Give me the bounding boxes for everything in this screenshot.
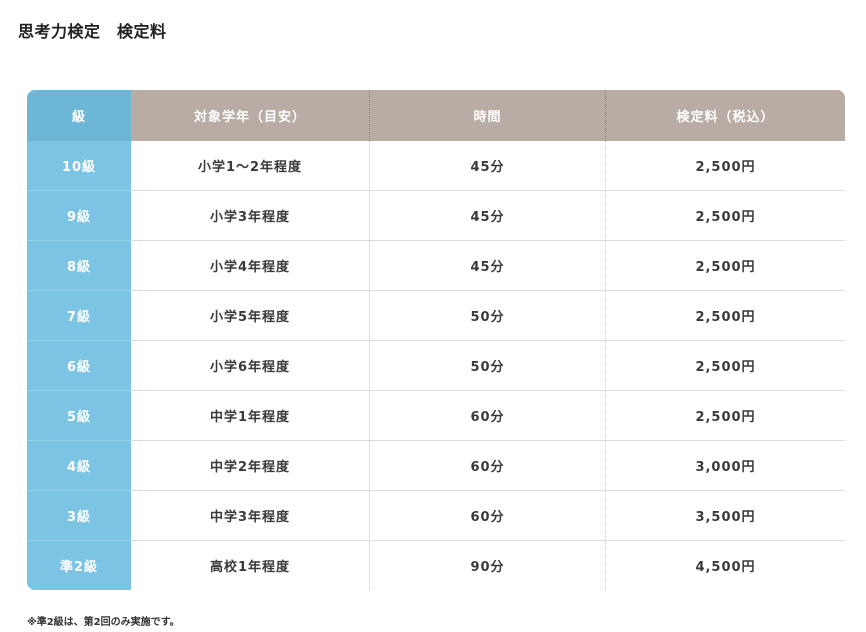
grade-cell: 10級 — [27, 141, 131, 191]
target-grade-cell: 小学3年程度 — [131, 191, 370, 241]
table-row: 5級 中学1年程度 60分 2,500円 — [27, 391, 845, 441]
target-grade-cell: 小学6年程度 — [131, 341, 370, 391]
target-grade-cell: 小学1〜2年程度 — [131, 141, 370, 191]
fee-cell: 2,500円 — [606, 341, 845, 391]
target-grade-cell: 中学2年程度 — [131, 441, 370, 491]
table-row: 7級 小学5年程度 50分 2,500円 — [27, 291, 845, 341]
grade-column-header: 級 — [27, 90, 131, 141]
grade-cell: 3級 — [27, 491, 131, 541]
fee-cell: 3,000円 — [606, 441, 845, 491]
time-cell: 50分 — [370, 291, 606, 341]
table-row: 8級 小学4年程度 45分 2,500円 — [27, 241, 845, 291]
target-grade-cell: 小学4年程度 — [131, 241, 370, 291]
page-title: 思考力検定 検定料 — [18, 22, 167, 41]
time-cell: 60分 — [370, 391, 606, 441]
grade-cell: 準2級 — [27, 541, 131, 590]
time-cell: 60分 — [370, 491, 606, 541]
target-grade-cell: 中学3年程度 — [131, 491, 370, 541]
target-grade-cell: 高校1年程度 — [131, 541, 370, 590]
table-row: 9級 小学3年程度 45分 2,500円 — [27, 191, 845, 241]
time-cell: 60分 — [370, 441, 606, 491]
fee-cell: 2,500円 — [606, 391, 845, 441]
grade-cell: 6級 — [27, 341, 131, 391]
fee-cell: 2,500円 — [606, 241, 845, 291]
table-header-row: 級 対象学年（目安） 時間 検定料（税込） — [27, 90, 845, 141]
fee-cell: 2,500円 — [606, 191, 845, 241]
fee-cell: 2,500円 — [606, 141, 845, 191]
time-cell: 45分 — [370, 141, 606, 191]
target-grade-cell: 小学5年程度 — [131, 291, 370, 341]
table-row: 10級 小学1〜2年程度 45分 2,500円 — [27, 141, 845, 191]
fee-cell: 2,500円 — [606, 291, 845, 341]
exam-fee-table: 級 対象学年（目安） 時間 検定料（税込） 10級 小学1〜2年程度 45分 2… — [27, 90, 845, 590]
fee-cell: 4,500円 — [695, 560, 756, 575]
table-row: 3級 中学3年程度 60分 3,500円 — [27, 491, 845, 541]
footnote: ※準2級は、第2回のみ実施です。 — [27, 617, 180, 628]
grade-cell: 8級 — [27, 241, 131, 291]
fee-column-header: 検定料（税込） — [606, 90, 845, 141]
table-row: 4級 中学2年程度 60分 3,000円 — [27, 441, 845, 491]
grade-cell: 5級 — [27, 391, 131, 441]
table-row: 準2級 高校1年程度 90分 4,500円 — [27, 541, 845, 590]
time-cell: 90分 — [370, 541, 606, 590]
time-column-header: 時間 — [370, 90, 606, 141]
target-grade-column-header: 対象学年（目安） — [131, 90, 370, 141]
grade-cell: 7級 — [27, 291, 131, 341]
time-cell: 45分 — [370, 191, 606, 241]
time-cell: 45分 — [370, 241, 606, 291]
time-cell: 50分 — [370, 341, 606, 391]
grade-cell: 9級 — [27, 191, 131, 241]
fee-cell: 3,500円 — [606, 491, 845, 541]
grade-cell: 4級 — [27, 441, 131, 491]
table-row: 6級 小学6年程度 50分 2,500円 — [27, 341, 845, 391]
target-grade-cell: 中学1年程度 — [131, 391, 370, 441]
